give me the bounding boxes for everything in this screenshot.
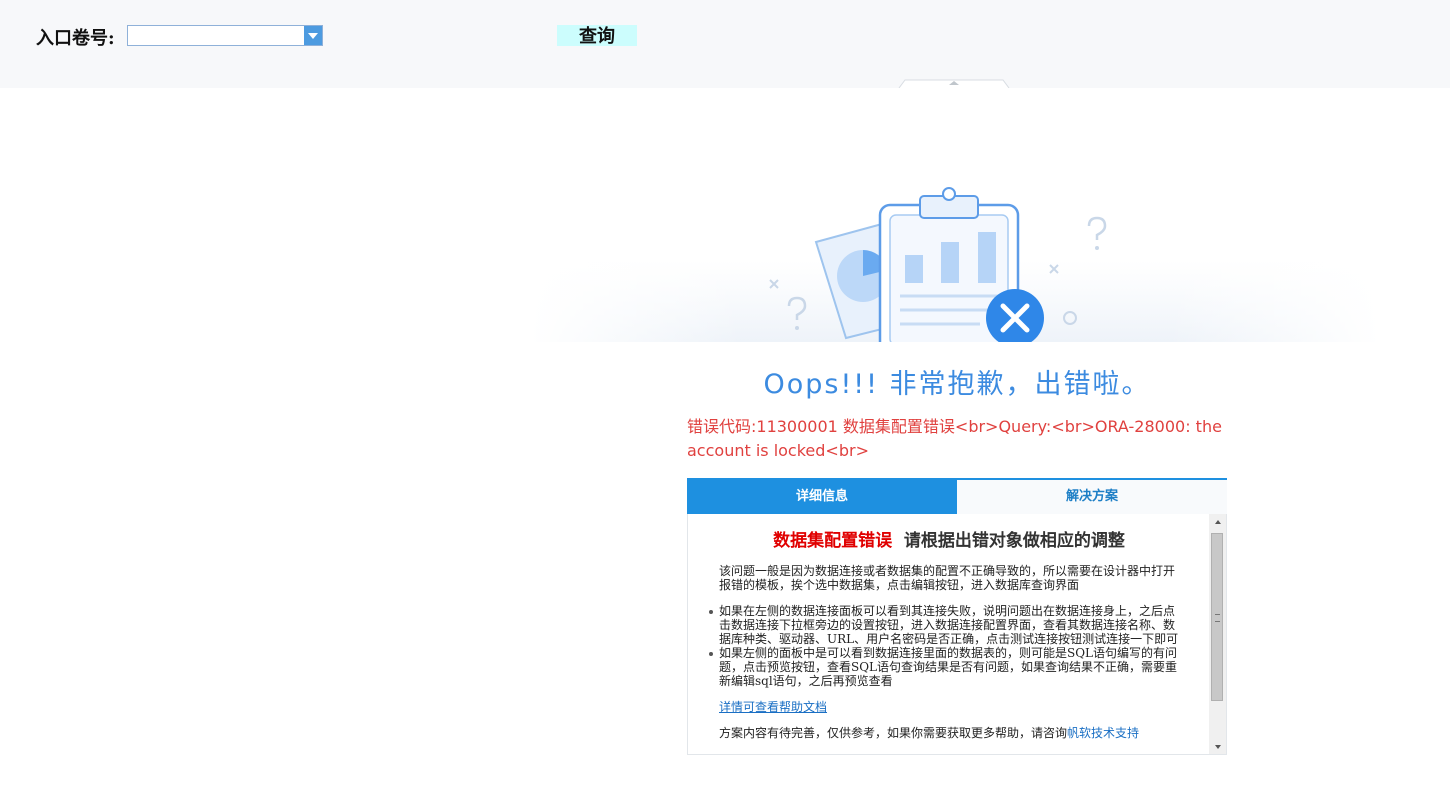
dropdown-arrow-icon[interactable] (304, 26, 322, 45)
volume-input[interactable] (128, 26, 310, 45)
detail-tabs: 详细信息 解决方案 (687, 478, 1227, 516)
detail-intro: 该问题一般是因为数据连接或者数据集的配置不正确导致的，所以需要在设计器中打开报错… (719, 564, 1176, 592)
error-illustration (530, 187, 1380, 342)
scroll-down-icon[interactable] (1209, 739, 1226, 754)
vertical-scrollbar[interactable] (1209, 514, 1226, 754)
note-text: 方案内容有待完善，仅供参考，如果你需要获取更多帮助，请咨询 (719, 726, 1068, 740)
scrollbar-thumb[interactable] (1211, 533, 1223, 701)
collapse-arrow-icon[interactable] (897, 78, 1011, 88)
detail-content: 数据集配置错误 请根据出错对象做相应的调整 该问题一般是因为数据连接或者数据集的… (687, 514, 1227, 755)
detail-heading: 数据集配置错误 请根据出错对象做相应的调整 (688, 526, 1210, 551)
bullet-dot (709, 652, 713, 656)
error-detail-panel: 详细信息 解决方案 数据集配置错误 请根据出错对象做相应的调整 该问题一般是因为… (687, 478, 1227, 755)
heading-error-type: 数据集配置错误 (773, 531, 893, 551)
scroll-up-icon[interactable] (1209, 514, 1226, 530)
query-toolbar: 入口卷号: 查询 (0, 0, 1450, 88)
query-button[interactable]: 查询 (557, 25, 637, 47)
tab-details[interactable]: 详细信息 (687, 480, 957, 514)
tab-solution[interactable]: 解决方案 (957, 480, 1227, 514)
detail-note: 方案内容有待完善，仅供参考，如果你需要获取更多帮助，请咨询帆软技术支持 (719, 726, 1181, 740)
bullet-dot (709, 610, 713, 614)
help-link-line: 详情可查看帮助文档 (719, 700, 1181, 714)
detail-bullet-1: 如果在左侧的数据连接面板可以看到其连接失败，说明问题出在数据连接身上，之后点击数… (719, 604, 1179, 646)
error-message: 错误代码:11300001 数据集配置错误<br>Query:<br>ORA-2… (687, 417, 1222, 460)
help-doc-link[interactable]: 详情可查看帮助文档 (719, 700, 827, 714)
detail-bullet-2: 如果左侧的面板中是可以看到数据连接里面的数据表的，则可能是SQL语句编写的有问题… (719, 646, 1178, 688)
tech-support-link[interactable]: 帆软技术支持 (1067, 726, 1139, 740)
error-title: Oops!!! 非常抱歉，出错啦。 (763, 369, 1151, 400)
volume-label: 入口卷号: (36, 28, 115, 49)
heading-instruction: 请根据出错对象做相应的调整 (903, 531, 1125, 551)
volume-combobox[interactable] (127, 25, 323, 46)
